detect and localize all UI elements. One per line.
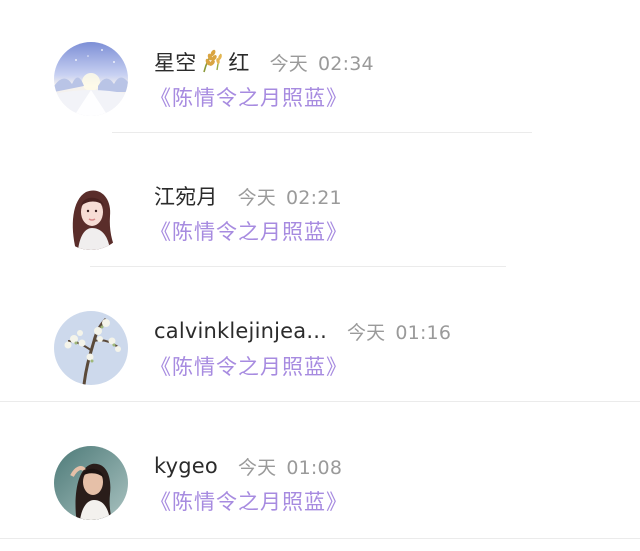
comment-header: 江宛月 今天 02:21 [154,181,342,211]
divider [90,266,506,267]
username-text-suffix: 红 [228,51,250,75]
avatar[interactable] [54,42,128,116]
drama-title-link[interactable]: 《陈情令之月照蓝》 [150,216,348,246]
timestamp-day: 今天 [237,456,277,479]
blossom-branch-icon [54,311,128,385]
comment-item[interactable]: 江宛月 今天 02:21 《陈情令之月照蓝》 [0,146,640,281]
comment-header: calvinklejinjea... 今天 01:16 [154,316,451,346]
comment-header: kygeo 今天 01:08 [154,451,342,481]
username[interactable]: calvinklejinjea... [154,319,327,343]
comment-item[interactable]: calvinklejinjea... 今天 01:16 《陈情令之月照蓝》 [0,281,640,416]
timestamp: 今天 02:34 [270,49,374,76]
timestamp: 今天 01:16 [347,318,451,345]
username-text: 星空 [154,51,197,75]
comment-header: 星空 红 今天 02:34 [154,47,374,77]
timestamp-day: 今天 [237,186,277,209]
timestamp-time: 01:16 [395,321,452,344]
avatar[interactable] [54,446,128,520]
timestamp-day: 今天 [269,52,309,75]
username[interactable]: 星空 红 [154,47,250,77]
divider [0,401,640,402]
divider [112,132,532,133]
avatar[interactable] [54,176,128,250]
username[interactable]: 江宛月 [154,181,218,211]
drama-title-link[interactable]: 《陈情令之月照蓝》 [150,351,348,381]
drama-title-link[interactable]: 《陈情令之月照蓝》 [150,486,348,516]
timestamp-time: 02:34 [318,52,374,75]
comment-item[interactable]: kygeo 今天 01:08 《陈情令之月照蓝》 [0,416,640,551]
timestamp-day: 今天 [346,321,386,344]
girl-outdoor-icon [54,446,128,520]
comment-item[interactable]: 星空 红 今天 02:34 《陈情令之月照蓝》 [0,12,640,147]
girl-portrait-icon [54,176,128,250]
wheat-icon [203,49,223,73]
timestamp: 今天 02:21 [238,183,342,210]
username[interactable]: kygeo [154,454,218,478]
timestamp-time: 01:08 [286,456,343,479]
timestamp-time: 02:21 [286,186,342,209]
avatar[interactable] [54,311,128,385]
snowy-landscape-icon [54,42,128,116]
timestamp: 今天 01:08 [238,453,342,480]
drama-title-link[interactable]: 《陈情令之月照蓝》 [150,82,348,112]
comment-feed: 星空 红 今天 02:34 《陈情令之月照蓝》 江宛月 今天 02:21 《陈情… [0,0,640,539]
